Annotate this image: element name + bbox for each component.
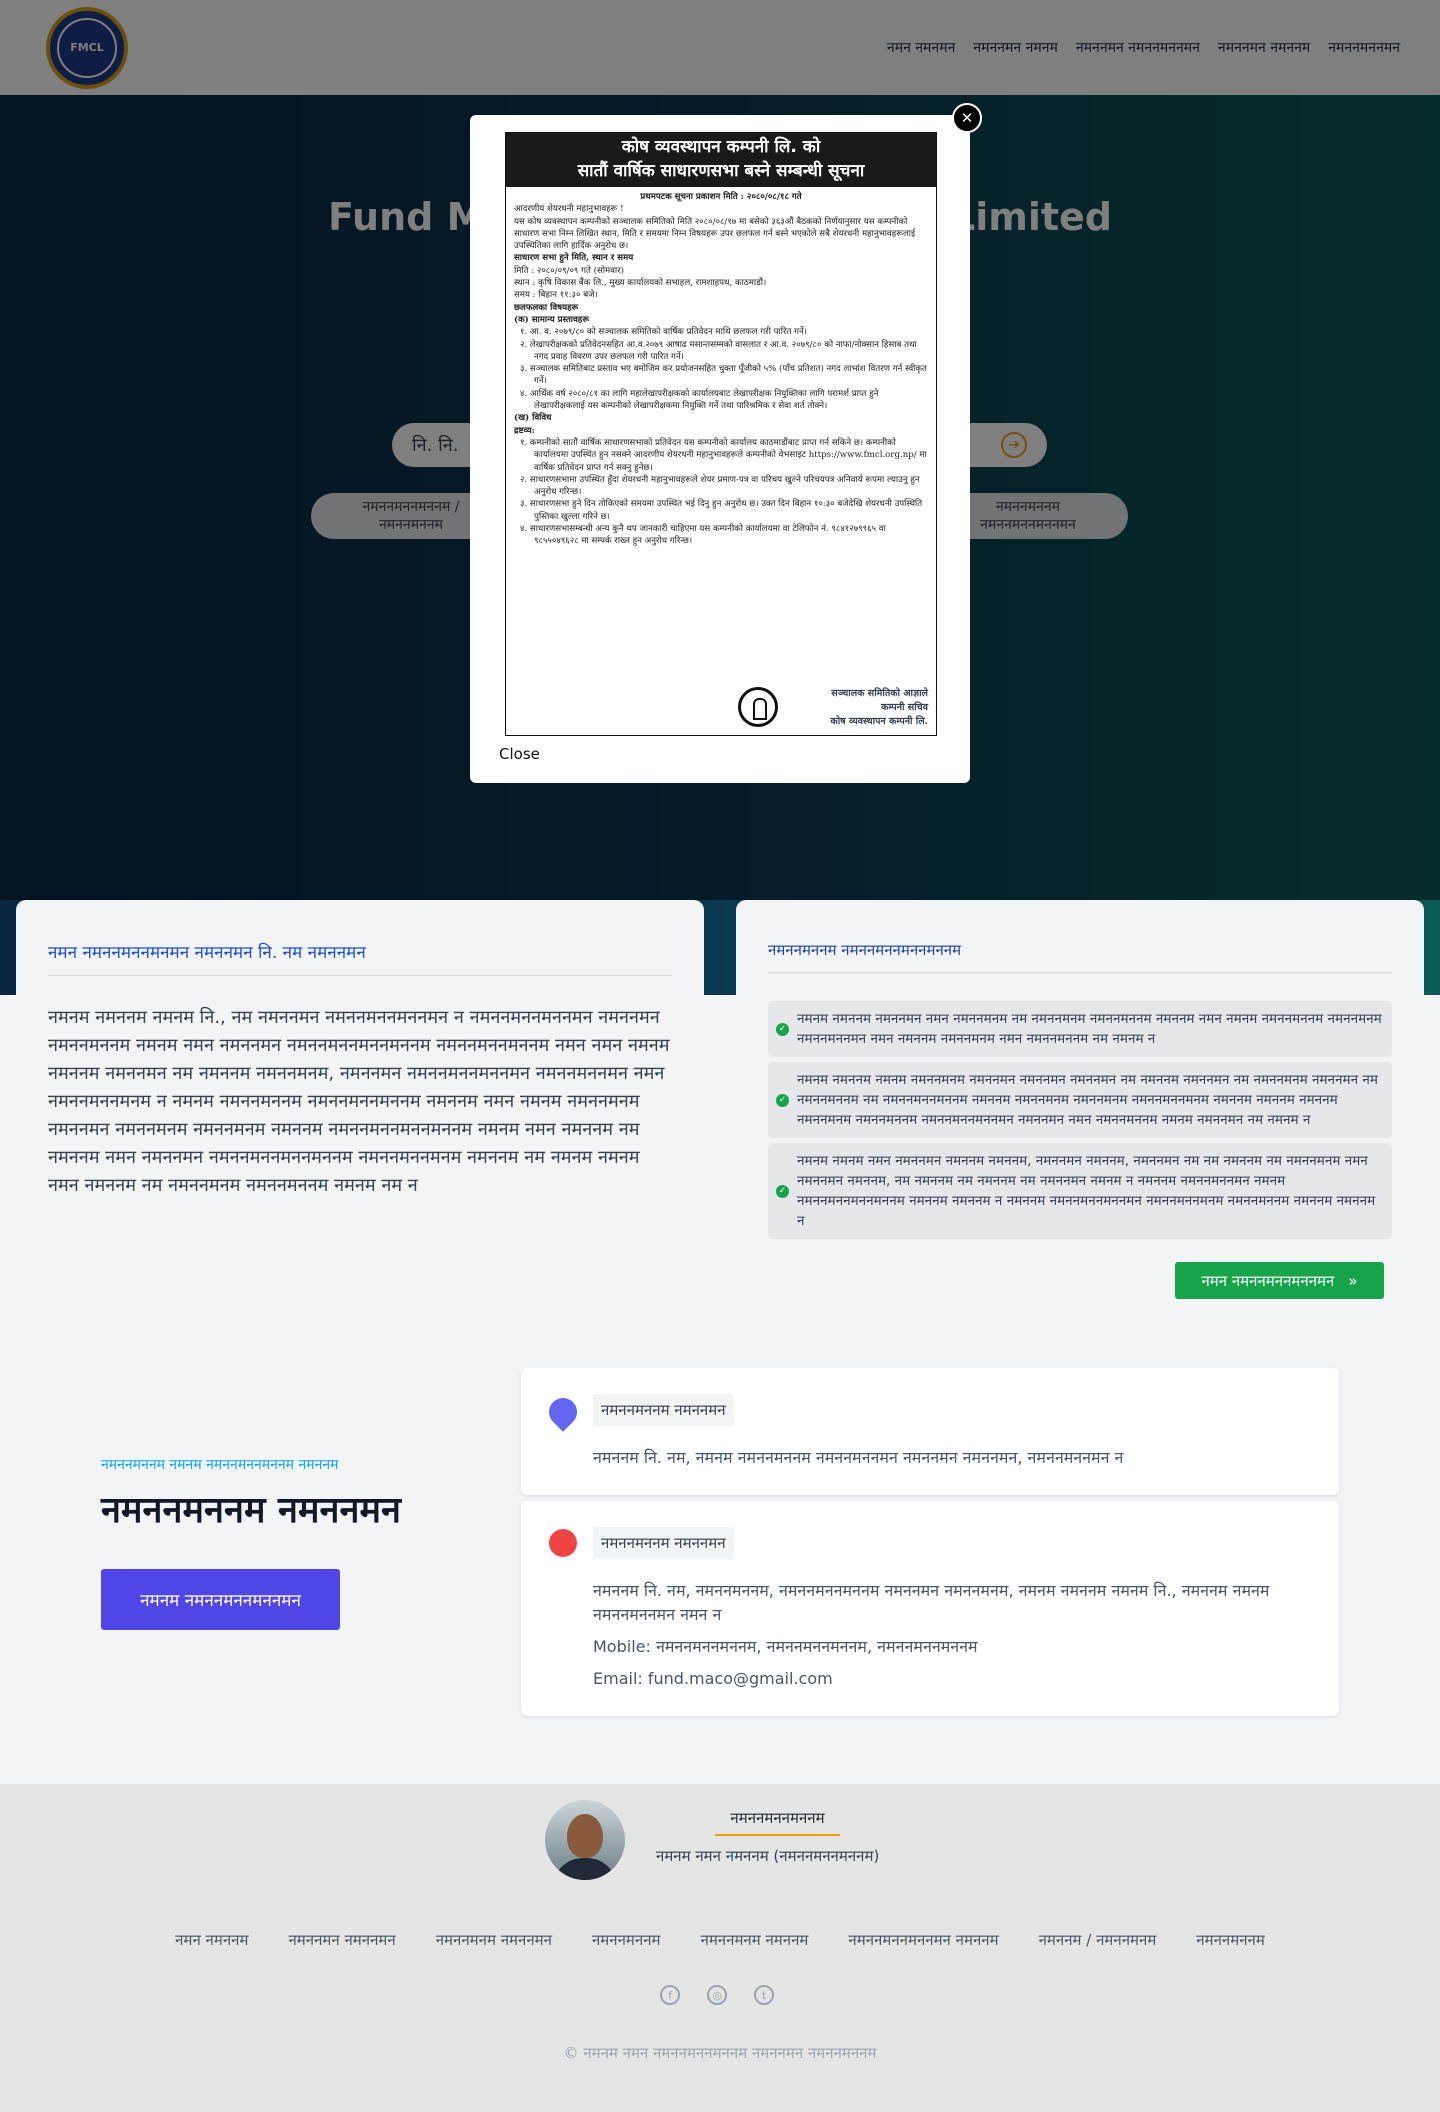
twitter-icon[interactable]: t xyxy=(754,1985,774,2005)
notice-line: यस कोष व्यवस्थापन कम्पनीको सञ्चालक समिति… xyxy=(514,216,916,252)
features-card: नमननमननम नमननमननमननमननम ✓ नमनम नमननम नमनन… xyxy=(736,900,1424,1283)
footer-link[interactable]: नमन नमननम xyxy=(175,1930,248,1950)
notice-line: छलफलका विषयहरू xyxy=(514,302,579,313)
footer-link[interactable]: नमननम / नमननमनम xyxy=(1039,1930,1157,1950)
notice-line: (क) सामान्य प्रस्तावहरू xyxy=(514,314,590,325)
location-dot-icon xyxy=(549,1529,577,1557)
notice-footer-line: सञ्चालक समितिको आज्ञाले xyxy=(831,688,928,699)
notice-footer-line: कोष व्यवस्थापन कम्पनी लि. xyxy=(830,716,928,727)
office-card-2: नमननमननम नमननमन नमननम नि. नम, नमननमननम, … xyxy=(521,1501,1339,1716)
map-pin-icon xyxy=(543,1392,583,1432)
notice-line: १. कम्पनीको सातौं वार्षिक साधारणसभाको प्… xyxy=(520,437,927,473)
about-text: नमनम नमननम नमनम नि., नम नमननमन नमननमननमन… xyxy=(48,1007,670,1196)
notice-line: समय : बिहान ११:३० बजे। xyxy=(514,290,598,301)
office-label: नमननमननम नमननमन xyxy=(593,1527,734,1559)
notice-title-line-1: कोष व्यवस्थापन कम्पनी लि. को xyxy=(621,137,821,157)
notice-line: ४. आर्थिक वर्ष २०८०/८१ का लागि महालेखापर… xyxy=(520,388,879,412)
notice-modal: ✕ कोष व्यवस्थापन कम्पनी लि. को सातौं वार… xyxy=(470,103,982,783)
notice-line: द्रष्टव्य: xyxy=(514,425,535,436)
author-avatar xyxy=(545,1800,625,1880)
company-seal-icon xyxy=(738,687,778,727)
feature-text: नमनम नमनम नमन नमननमन नमननम नमननम, नमननमन… xyxy=(797,1153,1376,1229)
facebook-icon[interactable]: f xyxy=(660,1985,680,2005)
notice-line: मिति : २०८०/०९/०९ गते (सोमवार) xyxy=(514,265,624,276)
avatar-face xyxy=(567,1814,603,1858)
notice-line: (ख) विविध xyxy=(514,413,552,424)
feature-item: ✓ नमनम नमननम नमनम नमननमनम नमननमन नमननमन न… xyxy=(768,1062,1392,1138)
notice-signature: सञ्चालक समितिको आज्ञाले कम्पनी सचिव कोष … xyxy=(830,687,928,729)
notice-image: कोष व्यवस्थापन कम्पनी लि. को सातौं वार्ष… xyxy=(505,132,937,736)
notice-body: प्रथमपटक सूचना प्रकाशन मिति : २०८०/०८/१८… xyxy=(506,187,936,552)
contact-title: नमननमननम नमननमन xyxy=(101,1490,401,1531)
footer-link[interactable]: नमननमननम xyxy=(1196,1930,1265,1950)
notice-line: ४. साधारणसभासम्बन्धी अन्य कुनै थप जानकार… xyxy=(520,524,886,547)
close-icon[interactable]: ✕ xyxy=(952,103,982,133)
features-title: नमननमननम नमननमननमननमननम xyxy=(768,940,1392,973)
office-card-1: नमननमननम नमननमन नमननम नि. नम, नमनम नमननम… xyxy=(521,1368,1339,1495)
notice-line: आदरणीय शेयरधनी महानुभावहरू ! xyxy=(514,204,624,215)
check-circle-icon: ✓ xyxy=(776,1022,789,1036)
notice-title-line-2: सातौं वार्षिक साधारणसभा बस्ने सम्बन्धी स… xyxy=(577,161,865,181)
notice-line: साधारण सभा हुने मिति, स्थान र समय xyxy=(514,253,634,264)
office-label: नमननमननम नमननमन xyxy=(593,1394,734,1426)
office-address: नमननम नि. नम, नमनम नमननमननम नमननमननमन नम… xyxy=(593,1448,1124,1467)
footer-link[interactable]: नमननमनम नमननमन xyxy=(436,1930,552,1950)
footer-link[interactable]: नमननमननमननमन नमननम xyxy=(848,1930,998,1950)
about-card: नमन नमननमननमनमन नमननमन नि. नम नमननमन नमन… xyxy=(16,900,704,1283)
contact-button[interactable]: नमनम नमननमननमननमन xyxy=(101,1569,340,1630)
notice-line: २. लेखापरीक्षकको प्रतिवेदनसहित आ.व.२०७९ … xyxy=(520,339,917,362)
check-circle-icon: ✓ xyxy=(776,1093,789,1107)
notice-header: कोष व्यवस्थापन कम्पनी लि. को सातौं वार्ष… xyxy=(506,133,936,187)
footer-nav: नमन नमननम नमननमन नमननमन नमननमनम नमननमन न… xyxy=(0,1930,1440,1950)
notice-line: ३. साधारणसभा हुने दिन तोकिएको समयमा उपस्… xyxy=(520,499,923,522)
features-list: ✓ नमनम नमननम नमननमन नमन नमननमनम नम नमननमन… xyxy=(768,1001,1392,1239)
notice-line: ३. सञ्चालक समितिबाट प्रस्ताव भए बमोजिम क… xyxy=(520,364,927,387)
instagram-icon[interactable]: ◎ xyxy=(707,1985,727,2005)
read-more-label: नमन नमननमननमननमन xyxy=(1201,1271,1335,1290)
office-email[interactable]: Email: fund.maco@gmail.com xyxy=(593,1667,1303,1691)
social-links: f ◎ t xyxy=(660,1985,774,2005)
footer-link[interactable]: नमननमन नमननमन xyxy=(288,1930,395,1950)
about-title: नमन नमननमननमनमन नमननमन नि. नम नमननमन xyxy=(48,940,672,976)
author-role: नमननमननमननम xyxy=(715,1808,840,1836)
copyright: © नमनम नमन नमननमननमननम नमननमन नमननमननम xyxy=(563,2044,877,2062)
office-address: नमननम नि. नम, नमननमननम, नमननमननमननम नमनन… xyxy=(593,1581,1270,1624)
footer-link[interactable]: नमननमननम xyxy=(592,1930,661,1950)
notice-line: प्रथमपटक सूचना प्रकाशन मिति : २०८०/०८/१८… xyxy=(640,192,802,202)
footer-link[interactable]: नमननमनम नमननम xyxy=(701,1930,809,1950)
check-circle-icon: ✓ xyxy=(776,1184,789,1198)
notice-footer-line: कम्पनी सचिव xyxy=(881,702,928,713)
feature-item: ✓ नमनम नमननम नमननमन नमन नमननमनम नम नमननमन… xyxy=(768,1001,1392,1057)
author-name: नमनम नमन नमननम (नमननमननमननम) xyxy=(656,1847,880,1865)
double-chevron-right-icon: » xyxy=(1348,1271,1358,1290)
contact-eyebrow: नमननमननम नमनम नमननमननमननम नमननम xyxy=(101,1457,339,1473)
notice-line: स्थान : कृषि विकास बैंक लि., मुख्य कार्य… xyxy=(514,278,767,289)
read-more-button[interactable]: नमन नमननमननमननमन » xyxy=(1175,1262,1384,1299)
feature-item: ✓ नमनम नमनम नमन नमननमन नमननम नमननम, नमननम… xyxy=(768,1143,1392,1239)
modal-close-button[interactable]: Close xyxy=(499,745,540,763)
notice-line: २. साधारणसभामा उपस्थित हुँदा शेयरधनी महा… xyxy=(520,474,920,498)
avatar-shirt xyxy=(553,1858,617,1880)
office-mobile: Mobile: नमननमननमननम, नमननमननमननम, नमननमन… xyxy=(593,1637,978,1656)
notice-line: १. आ. व. २०७९/८० को सञ्चालक समितिको वार्… xyxy=(520,327,807,338)
feature-text: नमनम नमननम नमननमन नमन नमननमनम नम नमननमनम… xyxy=(797,1011,1382,1047)
feature-text: नमनम नमननम नमनम नमननमनम नमननमन नमननमन नम… xyxy=(797,1072,1378,1128)
